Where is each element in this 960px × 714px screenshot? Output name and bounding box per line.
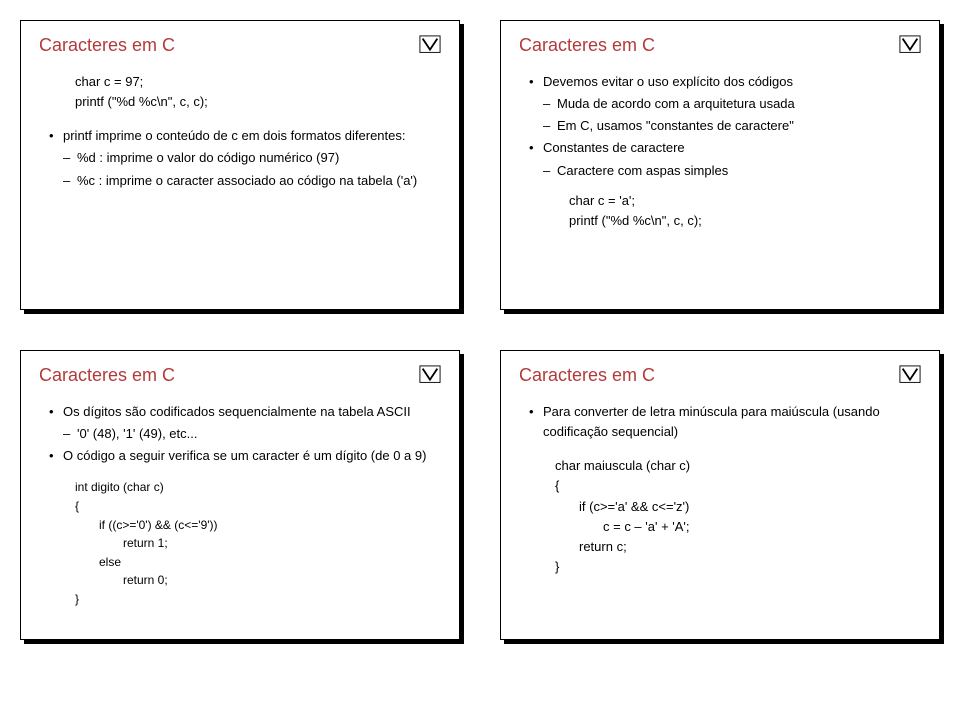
code-line: char c = 'a'; — [529, 191, 921, 211]
slide-title: Caracteres em C — [519, 35, 655, 56]
slide-body: Os dígitos são codificados sequencialmen… — [39, 402, 441, 609]
code-line: { — [49, 497, 441, 516]
code-line: return 1; — [49, 534, 441, 553]
logo-icon — [419, 365, 441, 383]
code-line: if ((c>='0') && (c<='9')) — [49, 516, 441, 535]
logo-icon — [899, 365, 921, 383]
slide-title: Caracteres em C — [519, 365, 655, 386]
dash-item: %d : imprime o valor do código numérico … — [49, 148, 441, 168]
dash-item: '0' (48), '1' (49), etc... — [49, 424, 441, 444]
code-line: } — [529, 557, 921, 577]
code-line: printf ("%d %c\n", c, c); — [529, 211, 921, 231]
bullet-item: Os dígitos são codificados sequencialmen… — [49, 402, 441, 422]
slide-body: char c = 97; printf ("%d %c\n", c, c); p… — [39, 72, 441, 191]
code-line: char maiuscula (char c) — [529, 456, 921, 476]
slide-bottom-right: Caracteres em C Para converter de letra … — [500, 350, 940, 640]
bullet-item: printf imprime o conteúdo de c em dois f… — [49, 126, 441, 146]
dash-item: %c : imprime o caracter associado ao cód… — [49, 171, 441, 191]
code-line: c = c – 'a' + 'A'; — [529, 517, 921, 537]
code-line: char c = 97; — [49, 72, 441, 92]
logo-icon — [419, 35, 441, 53]
code-line: } — [49, 590, 441, 609]
logo-icon — [899, 35, 921, 53]
slide-header: Caracteres em C — [39, 365, 441, 386]
code-line: if (c>='a' && c<='z') — [529, 497, 921, 517]
slide-body: Para converter de letra minúscula para m… — [519, 402, 921, 577]
slide-body: Devemos evitar o uso explícito dos códig… — [519, 72, 921, 231]
dash-item: Em C, usamos "constantes de caractere" — [529, 116, 921, 136]
slide-title: Caracteres em C — [39, 365, 175, 386]
slide-header: Caracteres em C — [39, 35, 441, 56]
code-line: printf ("%d %c\n", c, c); — [49, 92, 441, 112]
bullet-item: Constantes de caractere — [529, 138, 921, 158]
code-block: char maiuscula (char c) { if (c>='a' && … — [529, 456, 921, 577]
code-block: int digito (char c) { if ((c>='0') && (c… — [49, 478, 441, 608]
bullet-item: O código a seguir verifica se um caracte… — [49, 446, 441, 466]
slide-title: Caracteres em C — [39, 35, 175, 56]
slide-header: Caracteres em C — [519, 365, 921, 386]
bullet-item: Para converter de letra minúscula para m… — [529, 402, 921, 442]
dash-item: Muda de acordo com a arquitetura usada — [529, 94, 921, 114]
code-line: else — [49, 553, 441, 572]
slide-header: Caracteres em C — [519, 35, 921, 56]
slides-grid: Caracteres em C char c = 97; printf ("%d… — [20, 20, 940, 640]
code-line: { — [529, 476, 921, 496]
code-line: return c; — [529, 537, 921, 557]
slide-bottom-left: Caracteres em C Os dígitos são codificad… — [20, 350, 460, 640]
code-line: int digito (char c) — [49, 478, 441, 497]
slide-top-left: Caracteres em C char c = 97; printf ("%d… — [20, 20, 460, 310]
code-line: return 0; — [49, 571, 441, 590]
dash-item: Caractere com aspas simples — [529, 161, 921, 181]
bullet-item: Devemos evitar o uso explícito dos códig… — [529, 72, 921, 92]
slide-top-right: Caracteres em C Devemos evitar o uso exp… — [500, 20, 940, 310]
